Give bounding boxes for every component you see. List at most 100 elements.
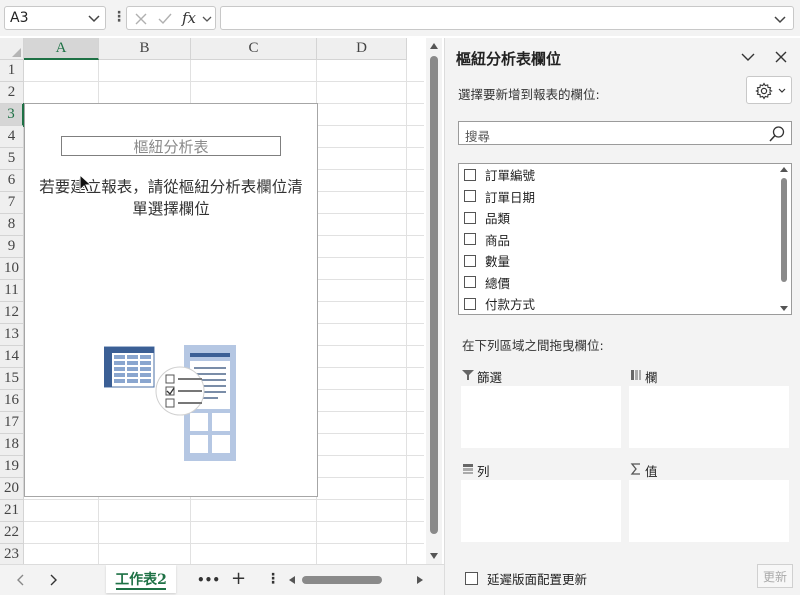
row-header[interactable]: 10 (0, 258, 24, 280)
field-label: 數量 (485, 254, 511, 270)
enter-check-icon[interactable] (157, 11, 173, 27)
field-item[interactable]: 數量 (459, 250, 791, 272)
field-checkbox[interactable] (464, 233, 476, 246)
scroll-up-icon[interactable] (780, 166, 788, 173)
values-area[interactable]: 值 (627, 460, 794, 552)
field-checkbox[interactable] (464, 254, 476, 267)
field-settings-button[interactable] (746, 76, 792, 104)
scroll-right-icon[interactable] (416, 576, 424, 584)
field-item[interactable]: 訂單日期 (459, 186, 791, 208)
row-header[interactable]: 20 (0, 478, 24, 500)
field-item[interactable]: 品類 (459, 207, 791, 229)
row-header[interactable]: 3 (0, 104, 24, 126)
columns-drop-zone[interactable] (629, 386, 789, 448)
grid-row-line (24, 543, 424, 544)
pivot-instruction-line: 單選擇欄位 (132, 200, 210, 218)
scroll-down-icon[interactable] (430, 552, 438, 560)
row-header[interactable]: 7 (0, 192, 24, 214)
add-sheet-button[interactable]: + (231, 568, 246, 589)
field-item[interactable]: 訂單編號 (459, 164, 791, 186)
filters-area[interactable]: 篩選 (459, 366, 626, 458)
scroll-left-icon[interactable] (288, 576, 296, 584)
columns-area[interactable]: 欄 (627, 366, 794, 458)
scroll-up-icon[interactable] (430, 42, 438, 50)
field-checkbox[interactable] (464, 168, 476, 181)
field-search-input[interactable]: 搜尋 (458, 121, 792, 145)
row-header[interactable]: 4 (0, 126, 24, 148)
chevron-left-icon[interactable] (16, 574, 26, 586)
column-header[interactable]: A (24, 38, 99, 60)
row-header[interactable]: 8 (0, 214, 24, 236)
sheet-options-button[interactable]: ⋮ (266, 571, 280, 587)
columns-area-label: 欄 (645, 370, 658, 385)
row-header[interactable]: 22 (0, 522, 24, 544)
close-icon[interactable] (775, 51, 787, 63)
field-item[interactable]: 商品 (459, 229, 791, 251)
grid-column-line (406, 60, 407, 564)
scroll-down-icon[interactable] (780, 305, 788, 312)
horizontal-scrollbar[interactable] (286, 572, 426, 588)
field-list-scroll-thumb[interactable] (781, 178, 787, 282)
field-list[interactable]: 訂單編號 訂單日期 品類 商品數量總價 付款方式 (458, 163, 792, 315)
cancel-icon[interactable] (133, 11, 149, 27)
vertical-scroll-thumb[interactable] (430, 56, 438, 534)
row-header[interactable]: 13 (0, 324, 24, 346)
row-header[interactable]: 1 (0, 60, 24, 82)
row-header[interactable]: 21 (0, 500, 24, 522)
formula-input[interactable] (220, 6, 794, 30)
values-area-label: 值 (645, 464, 658, 479)
chevron-down-icon[interactable] (201, 13, 213, 25)
sheet-tab-active[interactable]: 工作表2 (106, 565, 176, 593)
chevron-down-icon[interactable] (87, 11, 101, 25)
rows-drop-zone[interactable] (461, 480, 621, 542)
row-header[interactable]: 5 (0, 148, 24, 170)
grid-row-line (24, 499, 424, 500)
field-checkbox[interactable] (464, 276, 476, 289)
expand-formula-bar-icon[interactable] (773, 12, 787, 26)
field-checkbox[interactable] (464, 211, 476, 224)
row-header[interactable]: 6 (0, 170, 24, 192)
column-header[interactable]: C (191, 38, 317, 60)
row-header[interactable]: 23 (0, 544, 24, 564)
grid-row-line (24, 521, 424, 522)
defer-update-checkbox[interactable] (465, 572, 478, 585)
row-header[interactable]: 15 (0, 368, 24, 390)
row-header[interactable]: 2 (0, 82, 24, 104)
pane-title: 樞紐分析表欄位 (456, 50, 562, 68)
drag-fields-label: 在下列區域之間拖曳欄位: (462, 338, 604, 353)
field-item[interactable]: 付款方式 (459, 293, 791, 314)
filters-drop-zone[interactable] (461, 386, 621, 448)
chevron-down-icon[interactable] (741, 52, 755, 62)
pivot-instruction: 若要建立報表，請從樞紐分析表欄位清 單選擇欄位 (29, 176, 313, 220)
row-header[interactable]: 18 (0, 434, 24, 456)
vertical-scrollbar[interactable] (426, 38, 442, 564)
rows-area[interactable]: 列 (459, 460, 626, 552)
insert-function-button[interactable]: fx (182, 9, 196, 27)
worksheet-grid[interactable]: ABCD 1 2 3 4 5 6 7 8 9 10 11 12 13 14 15 16 17 18 19 20 21 22… (0, 38, 424, 564)
row-header[interactable]: 11 (0, 280, 24, 302)
horizontal-scroll-thumb[interactable] (302, 576, 382, 584)
more-options-icon[interactable]: ⋮ (112, 9, 126, 25)
values-drop-zone[interactable] (629, 480, 789, 542)
name-box[interactable]: A3 (4, 6, 106, 30)
row-header[interactable]: 12 (0, 302, 24, 324)
select-all-corner[interactable] (0, 38, 24, 60)
column-header[interactable]: D (317, 38, 407, 60)
field-checkbox[interactable] (464, 297, 476, 310)
excel-window: A3 ⋮ fx ABCD 1 2 3 4 5 6 7 8 9 10 11 12 13 14 15 16 17 18… (0, 0, 800, 595)
formula-bar: A3 ⋮ fx (0, 0, 800, 36)
field-checkbox[interactable] (464, 190, 476, 203)
more-sheets-button[interactable]: ••• (197, 573, 220, 587)
row-header[interactable]: 16 (0, 390, 24, 412)
search-icon[interactable] (768, 125, 786, 143)
column-header[interactable]: B (99, 38, 191, 60)
row-header[interactable]: 19 (0, 456, 24, 478)
defer-layout-update[interactable]: 延遲版面配置更新 (465, 569, 587, 588)
row-header[interactable]: 17 (0, 412, 24, 434)
update-button[interactable]: 更新 (757, 564, 793, 588)
field-item[interactable]: 總價 (459, 272, 791, 294)
row-header[interactable]: 14 (0, 346, 24, 368)
chevron-right-icon[interactable] (48, 574, 58, 586)
row-header[interactable]: 9 (0, 236, 24, 258)
field-list-scrollbar[interactable] (779, 166, 789, 312)
